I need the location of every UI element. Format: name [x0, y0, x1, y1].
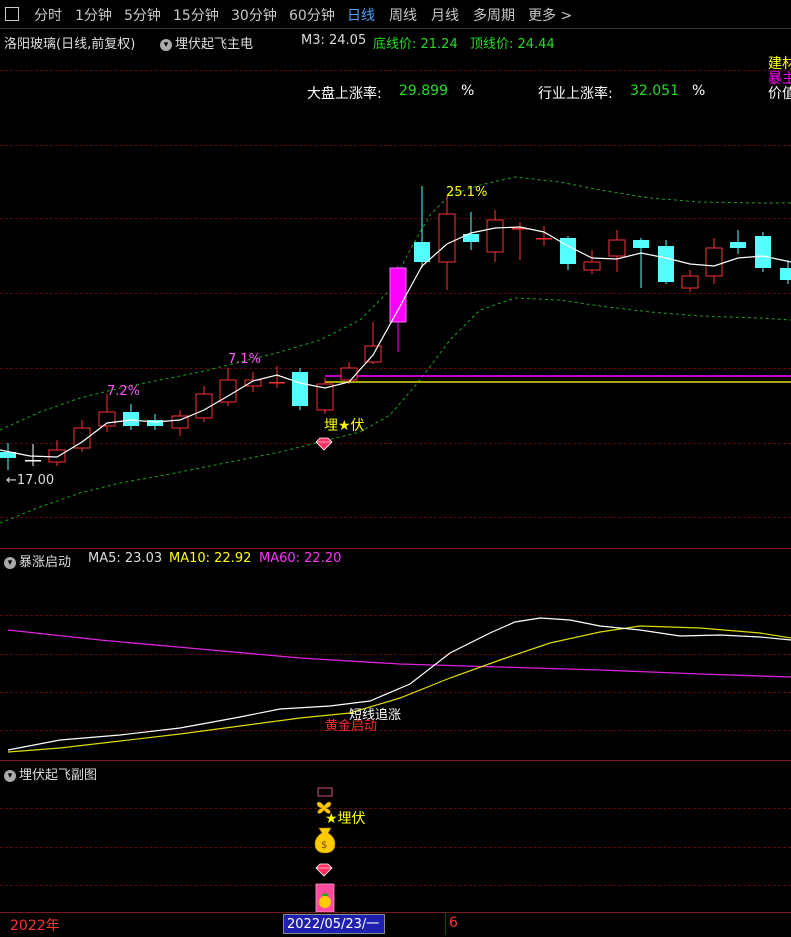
date-tick [445, 913, 446, 935]
candle-body [536, 238, 552, 240]
svg-text:$: $ [321, 840, 327, 851]
candle [486, 210, 504, 262]
signal-box-top [317, 787, 333, 797]
ambush-signal-chart: ★埋伏 $ [314, 787, 366, 912]
pct-annotation-25: 25.1% [446, 185, 487, 200]
gem-icon [315, 863, 333, 877]
candle-body [560, 238, 576, 264]
ma5-line [7, 617, 791, 751]
candle [560, 236, 576, 270]
candle [438, 196, 456, 290]
candle [414, 186, 430, 268]
candle-body [681, 275, 699, 289]
candle-body [705, 247, 723, 277]
ma-indicator-chart: 短线追涨 黄金启动 [7, 617, 791, 753]
year-label: 2022年 [10, 918, 60, 934]
candle [316, 378, 334, 414]
candle-body [780, 268, 791, 280]
candle [0, 443, 16, 470]
pct-annotation-71: 7.1% [228, 352, 261, 367]
candle-body [195, 393, 213, 419]
candle-body [147, 420, 163, 426]
candle [195, 386, 213, 422]
low-price-label: ←17.00 [6, 473, 54, 488]
candle-body [25, 460, 41, 462]
candle [608, 230, 626, 272]
candle-body [755, 236, 771, 268]
candle [730, 230, 746, 254]
candle-body [269, 382, 285, 384]
candle-body [389, 267, 407, 323]
gem-icon [315, 437, 333, 451]
candle-body [98, 411, 116, 427]
candle-body [633, 240, 649, 248]
candle [780, 260, 791, 284]
candle [123, 404, 139, 430]
candle [73, 420, 91, 452]
candle [244, 372, 262, 392]
candle-body [48, 449, 66, 463]
candle [98, 394, 116, 432]
cursor-date-label: 2022/05/23/一 [283, 914, 385, 934]
candle [340, 362, 358, 384]
money-bag-icon: $ [314, 827, 336, 854]
candle [705, 238, 723, 284]
month-marker: 6 [449, 915, 458, 931]
candle [536, 226, 552, 246]
candle [633, 238, 649, 288]
candle [583, 250, 601, 274]
candle-body [730, 242, 746, 248]
candle-body [414, 242, 430, 262]
candle-body [340, 367, 358, 381]
lower-band-line [0, 297, 791, 524]
candle-body [658, 246, 674, 282]
date-axis-bar: 2022年 2022/05/23/一 6 [0, 912, 791, 937]
candle [681, 270, 699, 292]
candlestick-chart: 25.1% 7.1% 7.2% ←17.00 埋★伏 [0, 176, 791, 524]
candle-body [123, 412, 139, 426]
ambush-label-main: 埋★伏 [324, 418, 365, 434]
ambush-label-sub: ★埋伏 [325, 811, 366, 827]
pct-annotation-72: 7.2% [107, 384, 140, 399]
candle [364, 322, 382, 364]
candle [755, 232, 771, 272]
candle [171, 410, 189, 436]
candle-body [292, 372, 308, 406]
golden-start-annotation: 黄金启动 [325, 718, 377, 734]
candle-body [583, 261, 601, 271]
candle [219, 368, 237, 406]
candle [463, 212, 479, 250]
candle-body [608, 239, 626, 257]
ma60-line [7, 629, 791, 678]
candles-group [0, 186, 791, 470]
candle-body [438, 213, 456, 263]
candle-body [486, 219, 504, 253]
candle [658, 240, 674, 284]
candle [292, 368, 308, 410]
